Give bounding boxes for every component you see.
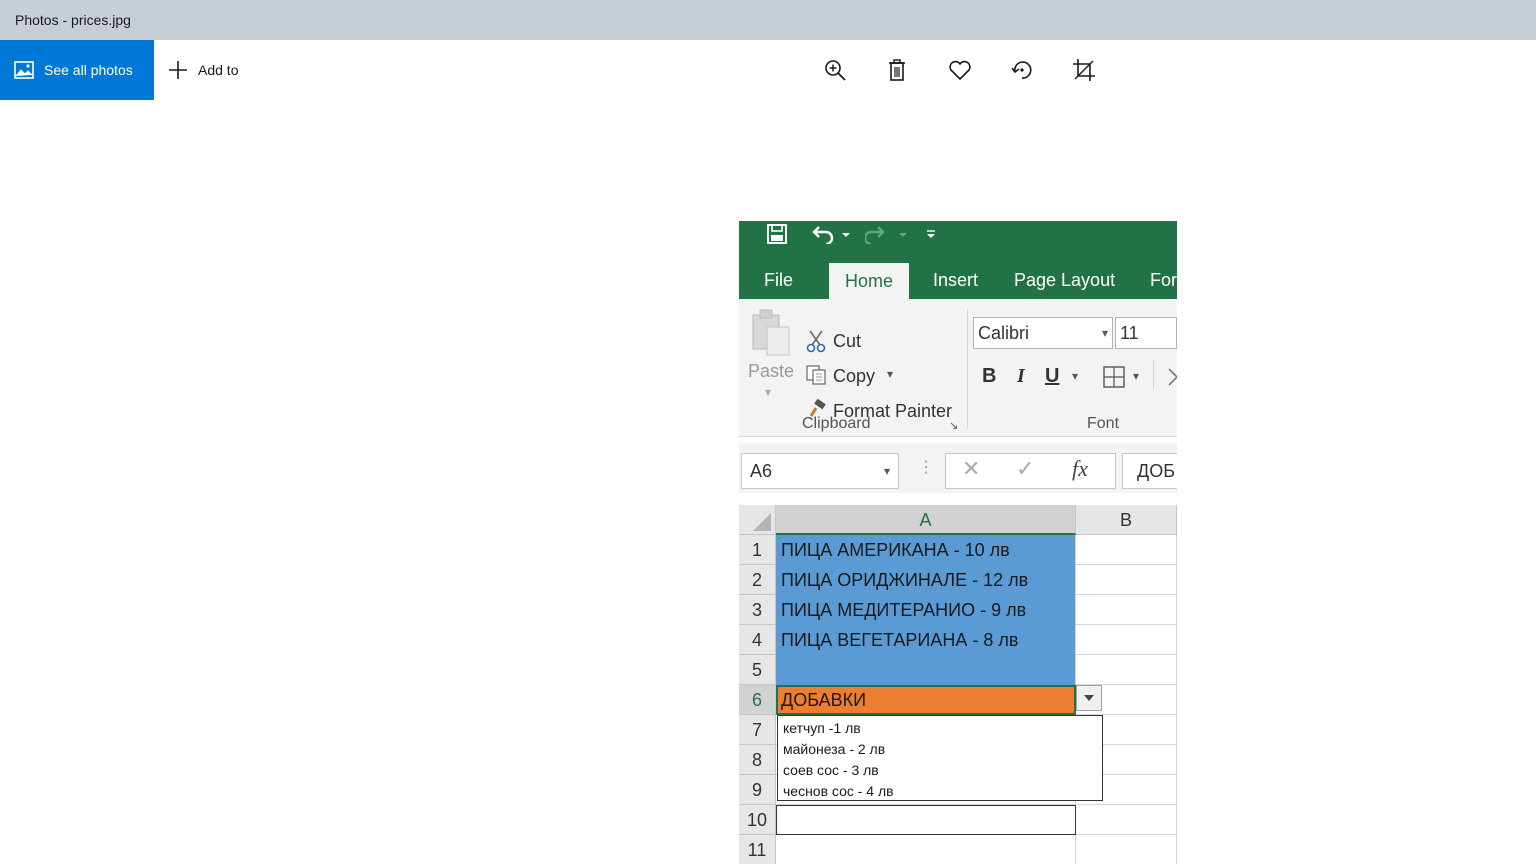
row-header: 2 — [739, 565, 776, 595]
ribbon: Paste ▾ Cut Copy ▾ Format Painter Clipbo… — [739, 299, 1177, 437]
font-name-box: Calibri ▾ — [973, 317, 1113, 349]
cut-label: Cut — [833, 331, 862, 351]
validation-dropdown-button — [1076, 685, 1102, 711]
cell-a11 — [776, 835, 1076, 864]
borders-dropdown-icon: ▾ — [1133, 369, 1140, 383]
dropdown-option: чеснов сос - 4 лв — [783, 783, 894, 799]
plus-icon — [169, 61, 187, 79]
cell-a2: ПИЦА ОРИДЖИНАЛЕ - 12 лв — [776, 565, 1076, 595]
font-group-label: Font — [1087, 415, 1120, 432]
cell-a10 — [776, 805, 1076, 835]
cell-b — [1076, 535, 1177, 565]
formula-value: ДОБ — [1137, 461, 1176, 481]
font-size-box: 11 — [1115, 317, 1177, 349]
name-box-dropdown-icon: ▾ — [883, 464, 890, 478]
borders-icon — [1102, 365, 1126, 394]
ribbon-tabs: File Home Insert Page Layout For — [739, 261, 1177, 299]
delete-icon[interactable] — [882, 56, 912, 84]
paste-icon — [749, 307, 793, 362]
row-header: 1 — [739, 535, 776, 565]
customize-qat-icon — [925, 221, 937, 247]
redo-icon — [865, 221, 909, 247]
cell-b — [1076, 655, 1177, 685]
row-header: 5 — [739, 655, 776, 685]
zoom-in-icon[interactable] — [820, 56, 850, 84]
crop-icon[interactable] — [1069, 56, 1099, 84]
cell-b — [1076, 625, 1177, 655]
tab-page-layout: Page Layout — [1014, 270, 1116, 290]
row-header: 7 — [739, 715, 776, 745]
clipboard-group-label: Clipboard — [802, 415, 871, 432]
row-header: 6 — [739, 685, 776, 715]
copy-dropdown-icon: ▾ — [887, 367, 894, 381]
tab-home: Home — [829, 263, 910, 299]
formula-buttons: ✕ ✓ fx — [945, 453, 1116, 489]
enter-icon: ✓ — [1016, 456, 1035, 481]
see-all-photos-button[interactable]: See all photos — [0, 40, 154, 100]
fill-color-icon — [1161, 367, 1177, 392]
copy-icon — [805, 364, 827, 391]
displayed-photo: File Home Insert Page Layout For Paste ▾… — [739, 221, 1177, 864]
name-box-value: A6 — [750, 461, 773, 481]
font-separator — [1153, 359, 1154, 389]
font-size-value: 11 — [1120, 323, 1139, 343]
cell-b — [1076, 805, 1177, 835]
italic-button: I — [1017, 365, 1025, 387]
row-header: 3 — [739, 595, 776, 625]
tab-insert: Insert — [933, 270, 979, 290]
window-title: Photos - prices.jpg — [15, 12, 131, 28]
tab-formulas: For — [1150, 270, 1177, 290]
validation-dropdown-list: кетчуп -1 лв майонеза - 2 лв соев сос - … — [777, 715, 1103, 801]
cell-a4: ПИЦА ВЕГЕТАРИАНА - 8 лв — [776, 625, 1076, 655]
dropdown-option: кетчуп -1 лв — [783, 720, 861, 736]
cell-a1: ПИЦА АМЕРИКАНА - 10 лв — [776, 535, 1076, 565]
spreadsheet-grid: A B 1 2 3 4 5 6 7 8 9 10 11 ПИЦА АМЕРИКА… — [739, 505, 1177, 864]
font-name-dropdown-icon: ▾ — [1101, 326, 1108, 340]
photos-icon — [14, 61, 34, 79]
cut-icon — [805, 329, 827, 358]
dropdown-option: соев сос - 3 лв — [783, 762, 879, 778]
dropdown-option: майонеза - 2 лв — [783, 741, 886, 757]
add-to-label: Add to — [198, 62, 239, 78]
quick-access-toolbar — [739, 221, 1177, 261]
underline-dropdown-icon: ▾ — [1072, 369, 1079, 383]
paste-dropdown-icon: ▾ — [765, 385, 772, 399]
column-header-b: B — [1076, 505, 1177, 535]
tab-file: File — [764, 270, 794, 290]
add-to-button[interactable]: Add to — [168, 40, 238, 100]
row-header: 9 — [739, 775, 776, 805]
row-header: 8 — [739, 745, 776, 775]
cancel-icon: ✕ — [962, 456, 981, 481]
name-box: A6 ▾ — [741, 453, 899, 489]
cell-b — [1076, 835, 1177, 864]
copy-label: Copy — [833, 366, 876, 386]
formula-bar-grip-icon: ⋮ — [918, 459, 934, 476]
select-all-corner — [739, 505, 776, 535]
cell-a6: ДОБАВКИ — [776, 685, 1076, 715]
font-name-value: Calibri — [978, 323, 1030, 343]
cell-a5 — [776, 655, 1076, 685]
insert-function-icon: fx — [1072, 456, 1088, 481]
paste-label: Paste — [748, 361, 795, 381]
row-header: 4 — [739, 625, 776, 655]
bold-button: B — [982, 365, 997, 387]
formula-input: ДОБ — [1122, 453, 1177, 489]
save-icon — [765, 221, 789, 247]
cell-a3: ПИЦА МЕДИТЕРАНИО - 9 лв — [776, 595, 1076, 625]
row-header: 10 — [739, 805, 776, 835]
rotate-icon[interactable] — [1007, 56, 1037, 84]
title-bar: Photos - prices.jpg — [0, 0, 1536, 40]
cell-b — [1076, 595, 1177, 625]
row-header: 11 — [739, 835, 776, 864]
clipboard-launcher-icon: ↘ — [949, 420, 959, 432]
column-header-a: A — [776, 505, 1076, 535]
cell-b — [1076, 565, 1177, 595]
underline-button: U — [1045, 365, 1060, 387]
undo-icon — [809, 221, 851, 247]
group-separator — [967, 309, 968, 429]
favorite-icon[interactable] — [945, 56, 975, 84]
formula-bar: A6 ▾ ⋮ ✕ ✓ fx ДОБ — [739, 443, 1177, 493]
photos-toolbar: See all photos Add to — [0, 40, 1536, 100]
see-all-photos-label: See all photos — [44, 62, 133, 78]
